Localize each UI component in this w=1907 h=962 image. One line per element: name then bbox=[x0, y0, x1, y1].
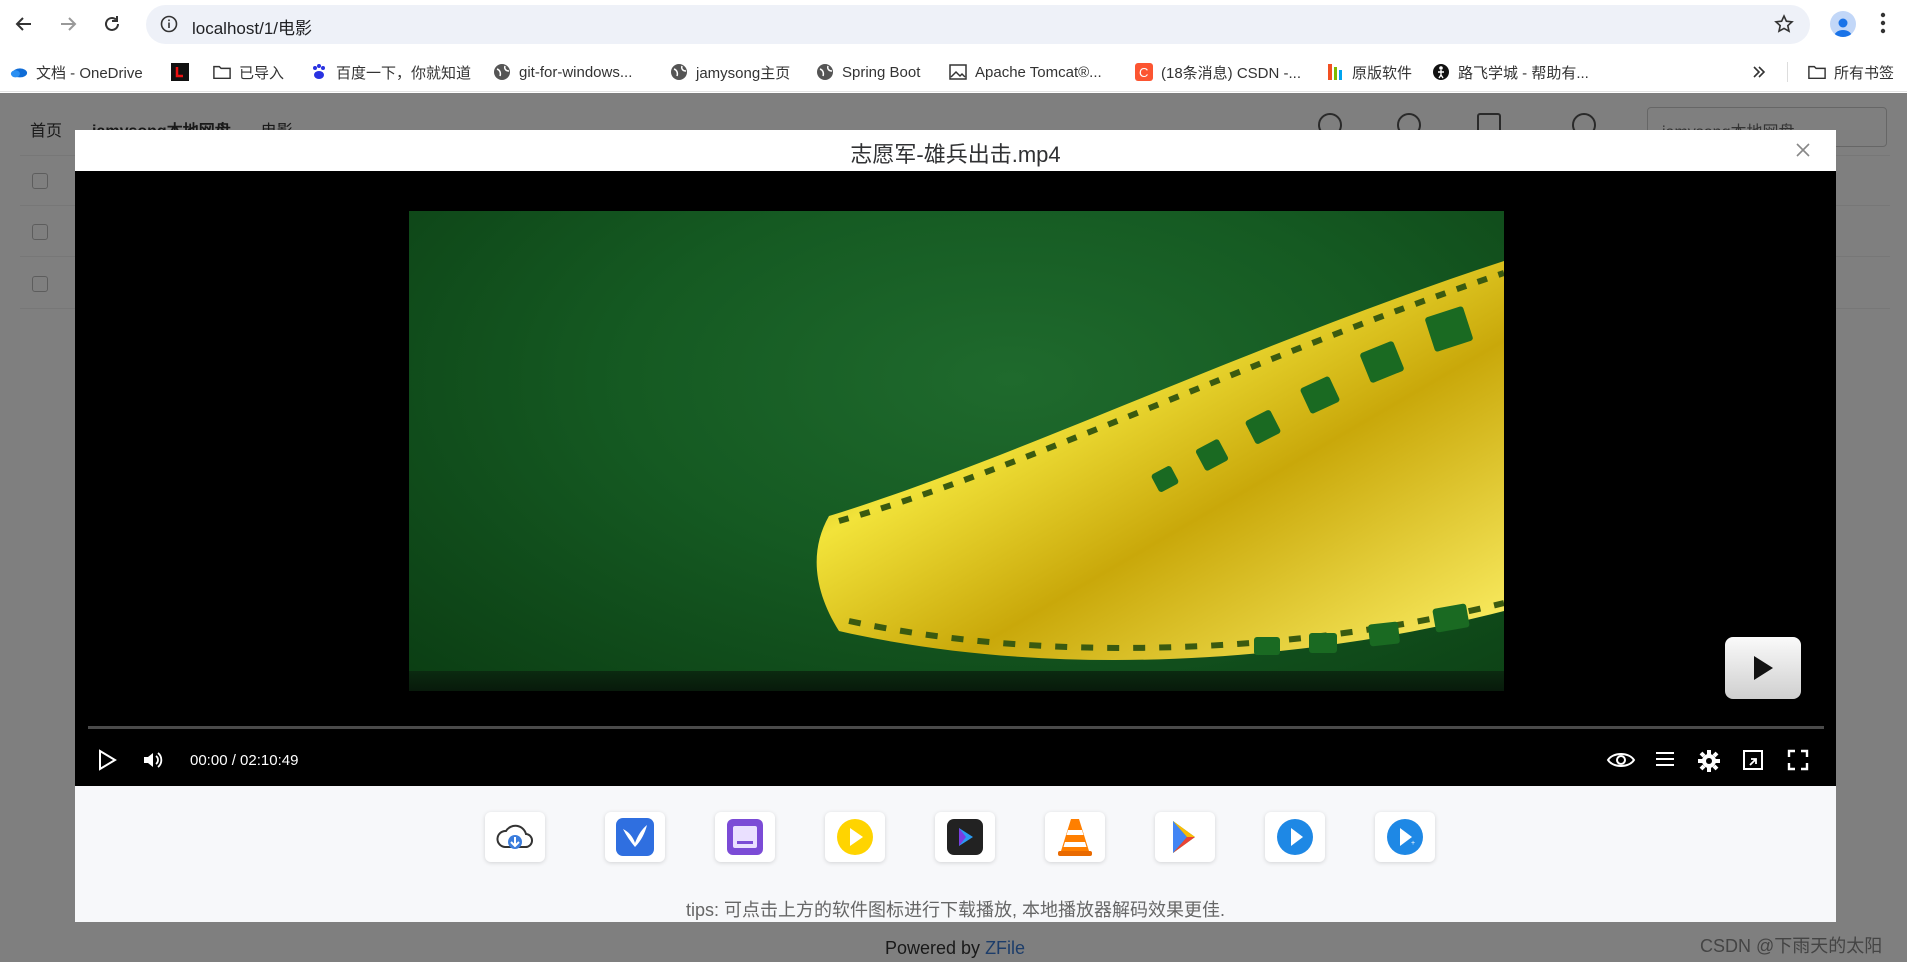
folder-icon bbox=[1808, 63, 1826, 81]
fullscreen-icon[interactable] bbox=[1787, 749, 1809, 771]
video-preview-dialog: 志愿军-雄兵出击.mp4 00:00 / 02:10:49 + tips: 可点… bbox=[75, 130, 1836, 922]
folder-icon bbox=[213, 63, 231, 81]
dark-player-icon[interactable] bbox=[935, 812, 995, 862]
site-info-icon[interactable] bbox=[160, 15, 178, 37]
video-frame[interactable] bbox=[409, 211, 1504, 691]
film-reel-image bbox=[816, 261, 1504, 660]
bookmark-item[interactable]: Apache Tomcat®... bbox=[949, 61, 1102, 83]
player-controls: 00:00 / 02:10:49 bbox=[75, 741, 1836, 781]
url-text[interactable]: localhost/1/电影 bbox=[192, 14, 312, 39]
baidu-icon bbox=[310, 63, 328, 81]
bookmark-item[interactable]: jamysong主页 bbox=[670, 61, 790, 83]
dialog-title: 志愿军-雄兵出击.mp4 bbox=[850, 142, 1061, 167]
runner-icon bbox=[1432, 63, 1450, 81]
bookmark-star-icon[interactable] bbox=[1774, 14, 1794, 38]
dialog-header: 志愿军-雄兵出击.mp4 bbox=[75, 130, 1836, 171]
bookmark-item[interactable] bbox=[171, 61, 197, 83]
svg-text:C: C bbox=[1139, 65, 1148, 80]
external-players-panel: + tips: 可点击上方的软件图标进行下载播放, 本地播放器解码效果更佳. bbox=[75, 786, 1836, 922]
play-icon[interactable] bbox=[97, 749, 117, 771]
reload-icon bbox=[105, 16, 119, 31]
play-icon bbox=[1754, 656, 1773, 680]
double-chevron-right-icon bbox=[1750, 63, 1768, 81]
browser-toolbar: localhost/1/电影 bbox=[0, 0, 1907, 48]
bookmark-item[interactable]: git-for-windows... bbox=[493, 61, 632, 83]
big-play-button[interactable] bbox=[1725, 637, 1801, 699]
profile-avatar-icon[interactable] bbox=[1830, 11, 1856, 37]
back-button[interactable] bbox=[10, 10, 38, 38]
ms-icon bbox=[1326, 63, 1344, 81]
onedrive-icon bbox=[10, 63, 28, 81]
video-letterbox bbox=[409, 671, 1504, 691]
xunlei-bird-icon[interactable] bbox=[605, 812, 665, 862]
playlist-icon[interactable] bbox=[1654, 749, 1676, 769]
eye-icon[interactable] bbox=[1606, 749, 1636, 771]
bookmark-item[interactable]: 原版软件 bbox=[1326, 61, 1412, 83]
back-arrow-icon bbox=[15, 17, 31, 31]
cloud-download-icon[interactable] bbox=[485, 812, 545, 862]
blue-play-plus-icon[interactable]: + bbox=[1375, 812, 1435, 862]
globe-icon bbox=[670, 63, 688, 81]
bookmark-item[interactable]: C (18条消息) CSDN -... bbox=[1135, 61, 1301, 83]
csdn-watermark: CSDN @下雨天的太阳 bbox=[1700, 936, 1883, 956]
bookmark-item[interactable]: 已导入 bbox=[213, 61, 284, 83]
settings-gear-icon[interactable] bbox=[1697, 749, 1721, 773]
bookmarks-bar: 文档 - OneDrive 已导入 百度一下，你就知道 git-for-wind… bbox=[0, 52, 1907, 92]
l-logo-icon bbox=[171, 63, 189, 81]
image-icon bbox=[949, 63, 967, 81]
more-bookmarks-button[interactable] bbox=[1750, 61, 1768, 83]
forward-button[interactable] bbox=[54, 10, 82, 38]
reload-button[interactable] bbox=[98, 10, 126, 38]
picture-in-picture-icon[interactable] bbox=[1742, 749, 1764, 771]
bookmark-item[interactable]: 文档 - OneDrive bbox=[10, 61, 143, 83]
close-icon[interactable] bbox=[1795, 142, 1813, 160]
browser-menu-icon[interactable] bbox=[1880, 12, 1886, 38]
svg-text:+: + bbox=[1411, 840, 1415, 847]
bookmarks-divider bbox=[1787, 62, 1788, 82]
video-player[interactable]: 00:00 / 02:10:49 bbox=[75, 171, 1836, 786]
bookmark-item[interactable]: Spring Boot bbox=[816, 61, 920, 83]
playstore-icon[interactable] bbox=[1155, 812, 1215, 862]
bookmark-item[interactable]: 路飞学城 - 帮助有... bbox=[1432, 61, 1589, 83]
time-display: 00:00 / 02:10:49 bbox=[190, 752, 299, 769]
bookmark-item[interactable]: 百度一下，你就知道 bbox=[310, 61, 471, 83]
yellow-play-icon[interactable] bbox=[825, 812, 885, 862]
forward-arrow-icon bbox=[61, 17, 77, 31]
potplayer-box-icon[interactable] bbox=[715, 812, 775, 862]
volume-icon[interactable] bbox=[142, 749, 164, 771]
address-bar[interactable]: localhost/1/电影 bbox=[146, 5, 1810, 44]
globe-icon bbox=[816, 63, 834, 81]
globe-icon bbox=[493, 63, 511, 81]
tips-text: tips: 可点击上方的软件图标进行下载播放, 本地播放器解码效果更佳. bbox=[685, 900, 1225, 920]
blue-play-icon[interactable] bbox=[1265, 812, 1325, 862]
all-bookmarks-button[interactable]: 所有书签 bbox=[1808, 61, 1894, 83]
vlc-cone-icon[interactable] bbox=[1045, 812, 1105, 862]
csdn-icon: C bbox=[1135, 63, 1153, 81]
progress-bar[interactable] bbox=[88, 726, 1824, 729]
